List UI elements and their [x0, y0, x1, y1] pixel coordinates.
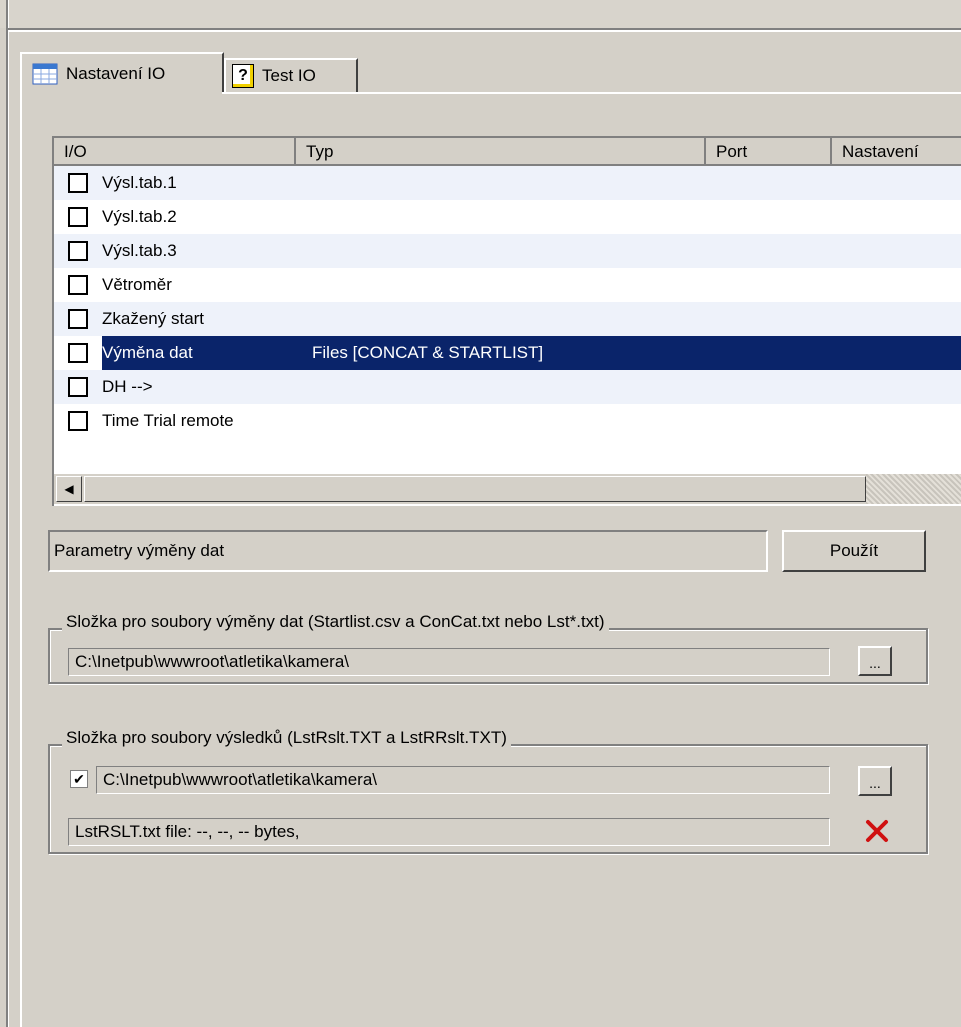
exchange-browse-button[interactable]: ... — [858, 646, 892, 676]
row-checkbox[interactable] — [68, 343, 88, 363]
list-header: I/O Typ Port Nastavení — [54, 138, 961, 166]
exchange-folder-path[interactable]: C:\Inetpub\wwwroot\atletika\kamera\ — [68, 648, 830, 676]
window-left-border-highlight — [8, 0, 9, 1027]
table-icon — [32, 63, 58, 85]
row-checkbox[interactable] — [68, 173, 88, 193]
tab-panel-border-left — [20, 92, 22, 1027]
row-name: Větroměr — [102, 275, 172, 294]
column-header-nastaveni[interactable]: Nastavení — [832, 138, 961, 166]
tab-label: Test IO — [262, 66, 316, 85]
list-item[interactable]: Výsl.tab.3 — [54, 234, 961, 268]
row-checkbox[interactable] — [68, 207, 88, 227]
row-checkbox[interactable] — [68, 309, 88, 329]
row-name: Výsl.tab.2 — [102, 207, 177, 226]
scrollbar-track[interactable] — [866, 474, 961, 504]
list-item-selected[interactable]: Výměna dat Files [CONCAT & STARTLIST] — [54, 336, 961, 370]
tab-label: Nastavení IO — [66, 64, 166, 83]
tab-test-io[interactable]: ? Test IO — [224, 58, 358, 92]
row-checkbox[interactable] — [68, 377, 88, 397]
delete-icon[interactable] — [862, 816, 892, 846]
row-name: Výsl.tab.3 — [102, 241, 177, 260]
results-folder-path[interactable]: C:\Inetpub\wwwroot\atletika\kamera\ — [96, 766, 830, 794]
results-browse-button[interactable]: ... — [858, 766, 892, 796]
row-checkbox[interactable] — [68, 241, 88, 261]
list-item[interactable]: Větroměr — [54, 268, 961, 302]
list-item[interactable]: Time Trial remote — [54, 404, 961, 438]
results-enabled-checkbox[interactable]: ✔ — [70, 770, 88, 788]
row-name: DH --> — [102, 377, 153, 396]
results-file-info: LstRSLT.txt file: --, --, -- bytes, — [68, 818, 830, 846]
list-item[interactable]: Výsl.tab.1 — [54, 166, 961, 200]
results-folder-legend: Složka pro soubory výsledků (LstRslt.TXT… — [62, 728, 511, 748]
row-checkbox[interactable] — [68, 411, 88, 431]
scroll-left-icon[interactable]: ◀ — [56, 476, 82, 502]
column-header-port[interactable]: Port — [706, 138, 832, 166]
top-separator-highlight — [8, 30, 961, 32]
list-item[interactable]: DH --> — [54, 370, 961, 404]
row-name: Zkažený start — [102, 309, 205, 328]
apply-button[interactable]: Použít — [782, 530, 926, 572]
top-strip — [0, 0, 961, 28]
column-header-io[interactable]: I/O — [54, 138, 296, 166]
horizontal-scrollbar[interactable]: ◀ — [54, 474, 961, 504]
params-title: Parametry výměny dat — [48, 530, 768, 572]
column-header-typ[interactable]: Typ — [296, 138, 706, 166]
row-typ: Files [CONCAT & STARTLIST] — [312, 343, 544, 362]
row-name: Time Trial remote — [102, 411, 234, 430]
help-icon: ? — [232, 64, 254, 88]
list-item[interactable]: Výsl.tab.2 — [54, 200, 961, 234]
scrollbar-thumb[interactable] — [84, 476, 866, 502]
tab-nastaveni-io[interactable]: Nastavení IO — [20, 52, 224, 94]
tab-panel-border — [222, 92, 961, 94]
exchange-folder-legend: Složka pro soubory výměny dat (Startlist… — [62, 612, 609, 632]
list-item[interactable]: Zkažený start — [54, 302, 961, 336]
row-name: Výměna dat — [102, 343, 193, 362]
row-name: Výsl.tab.1 — [102, 173, 177, 192]
io-list[interactable]: I/O Typ Port Nastavení Výsl.tab.1 Výsl.t… — [52, 136, 961, 506]
row-checkbox[interactable] — [68, 275, 88, 295]
